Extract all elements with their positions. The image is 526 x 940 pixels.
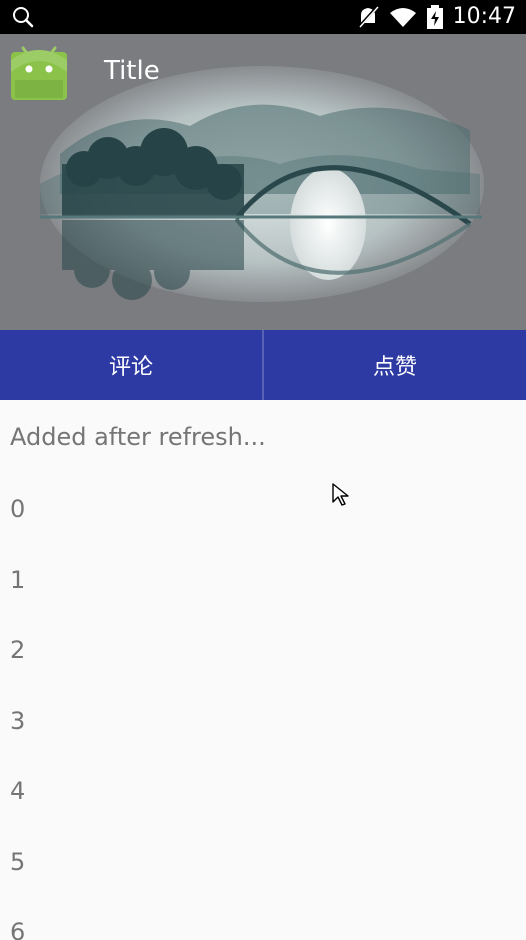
mute-icon: [357, 5, 379, 29]
tab-like[interactable]: 点赞: [264, 330, 526, 400]
header-image: [0, 34, 526, 330]
clock: 10:47: [452, 4, 516, 29]
list-item[interactable]: 4: [0, 756, 526, 827]
tab-comment[interactable]: 评论: [0, 330, 264, 400]
list-container: Added after refresh... 0 1 2 3 4 5 6: [0, 400, 526, 940]
list-item[interactable]: 6: [0, 897, 526, 940]
list-item[interactable]: 0: [0, 474, 526, 545]
collapsing-header: Title: [0, 34, 526, 330]
mouse-pointer-icon: [332, 483, 349, 506]
status-bar: 10:47: [0, 0, 526, 34]
wifi-icon: [389, 8, 416, 27]
toolbar-title: Title: [104, 56, 160, 86]
list-item[interactable]: 3: [0, 686, 526, 757]
battery-icon: [426, 5, 443, 29]
list-item[interactable]: 5: [0, 827, 526, 898]
search-icon[interactable]: [12, 6, 34, 28]
tab-bar: 评论 点赞: [0, 330, 526, 400]
list-item[interactable]: 2: [0, 615, 526, 686]
list-item[interactable]: 1: [0, 545, 526, 616]
android-icon[interactable]: [10, 42, 68, 100]
list-header: Added after refresh...: [10, 423, 266, 451]
